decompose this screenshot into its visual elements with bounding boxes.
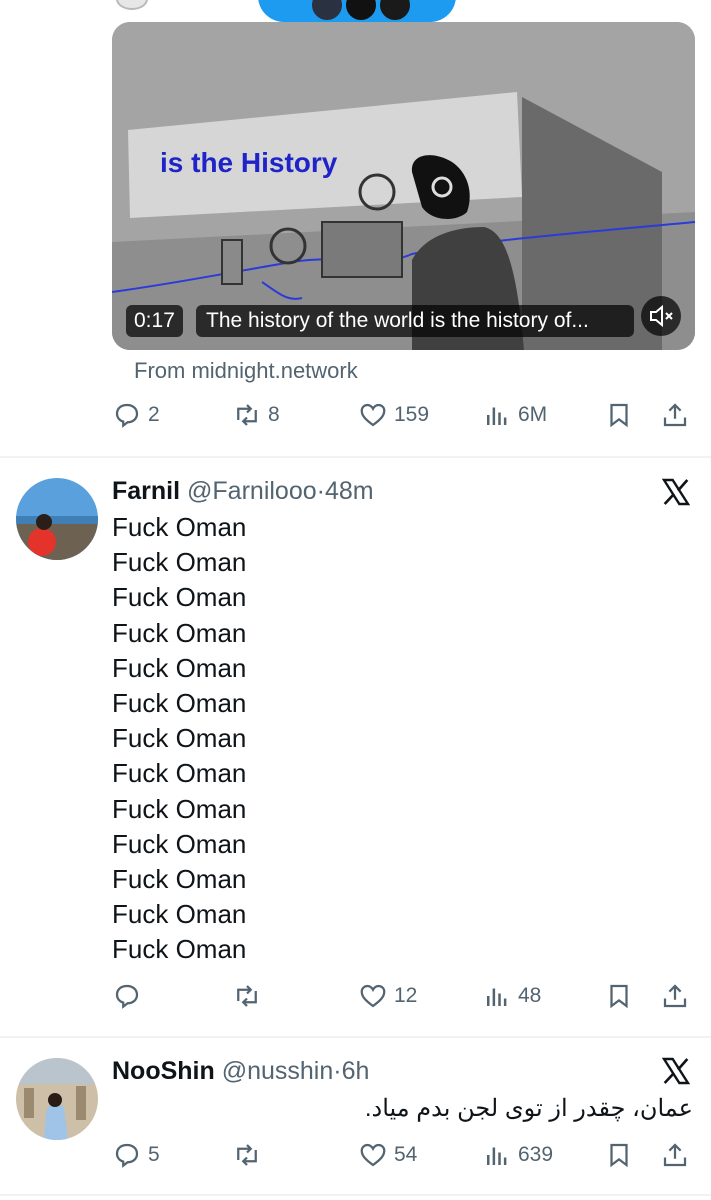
x-logo-icon bbox=[661, 478, 691, 506]
reply-icon bbox=[115, 1143, 139, 1168]
mute-icon[interactable] bbox=[641, 296, 681, 336]
tweet-header: Farnil @Farnilooo·48m bbox=[112, 477, 374, 506]
new-posts-pill[interactable] bbox=[258, 0, 456, 22]
video-frame bbox=[112, 22, 695, 350]
source-link[interactable]: From midnight.network bbox=[134, 358, 358, 384]
tweet-line: Fuck Oman bbox=[112, 547, 247, 578]
repost-button[interactable] bbox=[232, 981, 268, 1011]
tweet-line: Fuck Oman bbox=[112, 582, 247, 613]
pill-avatar bbox=[378, 0, 412, 22]
share-button[interactable] bbox=[660, 400, 690, 430]
tweet-text: عمان، چقدر از توی لجن بدم میاد. bbox=[364, 1095, 693, 1122]
divider bbox=[0, 456, 711, 458]
like-button[interactable]: 12 bbox=[358, 981, 417, 1011]
tweet-line: Fuck Oman bbox=[112, 793, 247, 824]
views-button[interactable]: 639 bbox=[482, 1140, 553, 1170]
avatar[interactable] bbox=[16, 1058, 98, 1140]
bookmark-icon bbox=[610, 984, 628, 1009]
bookmark-button[interactable] bbox=[604, 981, 634, 1011]
reply-button[interactable]: 5 bbox=[112, 1140, 160, 1170]
reply-icon bbox=[115, 984, 139, 1009]
views-count: 639 bbox=[518, 1143, 554, 1166]
like-count: 12 bbox=[394, 984, 418, 1007]
divider bbox=[0, 1194, 711, 1196]
share-icon bbox=[663, 984, 687, 1008]
views-count: 48 bbox=[518, 984, 542, 1007]
reply-count: 5 bbox=[148, 1143, 160, 1166]
video-banner-text: is the History bbox=[160, 147, 338, 178]
pill-avatar bbox=[344, 0, 378, 22]
views-icon bbox=[487, 407, 507, 425]
bookmark-button[interactable] bbox=[604, 1140, 634, 1170]
video-timestamp: 0:17 bbox=[126, 305, 183, 337]
views-icon bbox=[487, 1147, 507, 1165]
tweet-line: Fuck Oman bbox=[112, 723, 247, 754]
like-button[interactable]: 159 bbox=[358, 400, 429, 430]
repost-icon bbox=[237, 404, 257, 426]
repost-icon bbox=[237, 985, 257, 1007]
bookmark-button[interactable] bbox=[604, 400, 634, 430]
video-caption: The history of the world is the history … bbox=[196, 305, 634, 337]
share-button[interactable] bbox=[660, 981, 690, 1011]
tweet-line: Fuck Oman bbox=[112, 864, 247, 895]
share-icon bbox=[663, 403, 687, 427]
share-button[interactable] bbox=[660, 1140, 690, 1170]
video-player[interactable]: is the History 0:17 The history of the w… bbox=[112, 22, 695, 350]
timestamp[interactable]: 48m bbox=[325, 477, 374, 505]
separator: · bbox=[316, 477, 325, 505]
views-count: 6M bbox=[518, 403, 548, 426]
heart-icon bbox=[360, 984, 386, 1008]
reply-button[interactable] bbox=[112, 981, 148, 1011]
reply-button[interactable]: 2 bbox=[112, 400, 160, 430]
heart-icon bbox=[360, 1143, 386, 1167]
pill-avatar bbox=[310, 0, 344, 22]
reply-count: 2 bbox=[148, 403, 160, 426]
timestamp[interactable]: 6h bbox=[342, 1057, 370, 1085]
avatar[interactable] bbox=[16, 478, 98, 560]
handle[interactable]: @Farnilooo bbox=[187, 477, 317, 505]
tweet-header: NooShin @nusshin·6h bbox=[112, 1057, 369, 1086]
repost-icon bbox=[237, 1144, 257, 1166]
tweet-line: Fuck Oman bbox=[112, 688, 247, 719]
separator: · bbox=[333, 1057, 342, 1085]
tweet-line: Fuck Oman bbox=[112, 899, 247, 930]
divider bbox=[0, 1036, 711, 1038]
repost-button[interactable] bbox=[232, 1140, 268, 1170]
views-icon bbox=[487, 988, 507, 1006]
partial-avatar bbox=[116, 0, 148, 10]
reply-icon bbox=[115, 403, 139, 428]
repost-button[interactable]: 8 bbox=[232, 400, 280, 430]
handle[interactable]: @nusshin bbox=[222, 1057, 334, 1085]
views-button[interactable]: 6M bbox=[482, 400, 547, 430]
bookmark-icon bbox=[610, 403, 628, 428]
tweet-line: Fuck Oman bbox=[112, 758, 247, 789]
tweet-line: Fuck Oman bbox=[112, 652, 247, 683]
display-name[interactable]: Farnil bbox=[112, 477, 180, 505]
x-logo-icon bbox=[661, 1057, 691, 1085]
like-count: 54 bbox=[394, 1143, 418, 1166]
tweet-text: Fuck Oman Fuck Oman Fuck Oman Fuck Oman … bbox=[112, 510, 246, 968]
repost-count: 8 bbox=[268, 403, 280, 426]
tweet-line: Fuck Oman bbox=[112, 512, 247, 542]
bookmark-icon bbox=[610, 1143, 628, 1168]
display-name[interactable]: NooShin bbox=[112, 1057, 215, 1085]
tweet-line: Fuck Oman bbox=[112, 934, 247, 965]
share-icon bbox=[663, 1143, 687, 1167]
like-count: 159 bbox=[394, 403, 430, 426]
heart-icon bbox=[360, 403, 386, 427]
tweet-line: Fuck Oman bbox=[112, 617, 247, 648]
like-button[interactable]: 54 bbox=[358, 1140, 417, 1170]
tweet-line: Fuck Oman bbox=[112, 828, 247, 859]
views-button[interactable]: 48 bbox=[482, 981, 541, 1011]
